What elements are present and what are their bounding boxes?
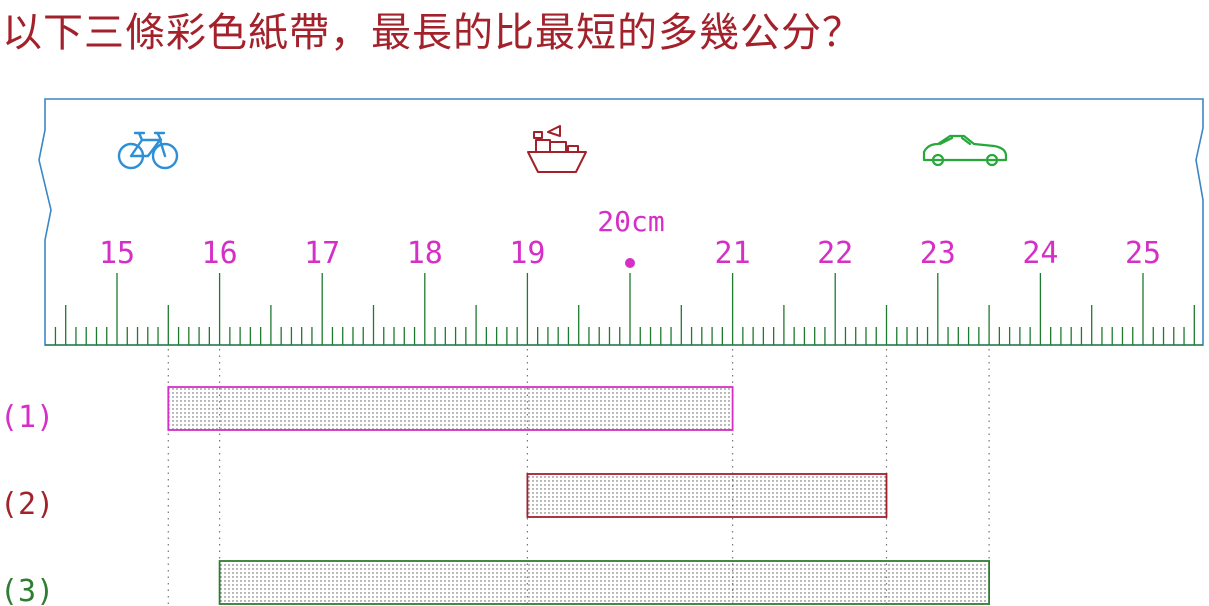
ruler-label: 21 [715, 236, 751, 271]
strip-1 [167, 386, 734, 431]
ruler-label: 17 [304, 236, 340, 271]
ruler-label: 16 [202, 236, 238, 271]
strip-label: (2) [0, 487, 54, 522]
ruler-label: 19 [509, 236, 545, 271]
paper-strips: (1) (2) (3) [0, 386, 991, 606]
center-label: 20cm [597, 205, 664, 238]
strip-label: (1) [0, 400, 54, 435]
ruler-label: 15 [99, 236, 135, 271]
ruler-label: 23 [920, 236, 956, 271]
ruler-label: 22 [817, 236, 853, 271]
strip-3 [218, 560, 991, 605]
strip-2 [526, 473, 888, 518]
ruler-diagram: 15 16 17 18 19 21 22 23 24 25 20cm (1) (2) (3) [0, 98, 1204, 606]
ruler-label: 24 [1022, 236, 1058, 271]
ruler-label: 18 [407, 236, 443, 271]
center-dot [625, 258, 635, 268]
ruler-label: 25 [1125, 236, 1161, 271]
strip-label: (3) [0, 574, 54, 606]
